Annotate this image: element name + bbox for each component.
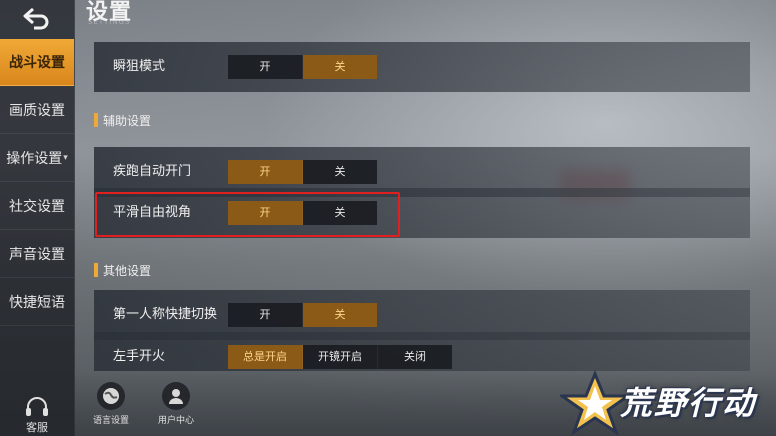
page-subtitle: SETTINGS <box>88 18 131 26</box>
tab-quick-phrases[interactable]: 快捷短语 <box>0 279 74 326</box>
setting-row-quick-scope: 瞬狙模式 开 关 <box>94 42 750 92</box>
highlight-box <box>95 192 400 237</box>
tab-label: 操作设置 <box>6 151 63 167</box>
back-arrow-icon <box>23 7 49 30</box>
logo-text: 荒野行动 <box>620 384 757 422</box>
user-center-label: 用户中心 <box>157 416 194 426</box>
setting-label: 左手开火 <box>113 349 166 364</box>
option-off[interactable]: 关 <box>303 303 377 327</box>
tab-sound-settings[interactable]: 声音设置 <box>0 231 74 278</box>
section-accent-bar <box>94 113 98 127</box>
option-off[interactable]: 关 <box>303 55 377 79</box>
tab-combat-settings[interactable]: 战斗设置 <box>0 39 74 86</box>
tab-social-settings[interactable]: 社交设置 <box>0 183 74 230</box>
section-accent-bar <box>94 263 98 277</box>
headset-icon <box>26 397 48 416</box>
chevron-down-icon: ▾ <box>63 153 68 163</box>
user-center-button[interactable]: 用户中心 <box>153 382 199 426</box>
option-scope-on[interactable]: 开镜开启 <box>303 345 378 369</box>
tab-graphics-settings[interactable]: 画质设置 <box>0 87 74 134</box>
tab-label: 声音设置 <box>9 247 65 263</box>
tab-control-settings[interactable]: 操作设置 ▾ <box>0 135 74 182</box>
section-title: 其他设置 <box>103 263 152 278</box>
option-off[interactable]: 关 <box>303 160 377 184</box>
customer-service-button[interactable]: 客服 <box>0 390 74 436</box>
customer-service-label: 客服 <box>26 421 48 434</box>
setting-row-left-fire: 左手开火 总是开启 开镜开启 关闭 <box>94 332 750 371</box>
option-on[interactable]: 开 <box>228 55 303 79</box>
tab-label: 社交设置 <box>9 199 65 215</box>
language-settings-label: 语言设置 <box>92 416 129 426</box>
setting-label: 瞬狙模式 <box>113 59 166 74</box>
option-on[interactable]: 开 <box>228 160 303 184</box>
option-always-on[interactable]: 总是开启 <box>228 345 303 369</box>
tab-label: 快捷短语 <box>9 295 65 311</box>
option-on[interactable]: 开 <box>228 303 303 327</box>
section-title: 辅助设置 <box>103 113 152 128</box>
settings-list[interactable]: 瞬狙模式 开 关 辅助设置 疾跑自动开门 开 关 平滑自由视角 开 关 其他设置… <box>74 36 776 371</box>
section-header-other: 其他设置 <box>94 257 151 283</box>
tab-label: 战斗设置 <box>9 55 65 71</box>
back-button[interactable] <box>0 0 74 36</box>
first-person-switch-toggle: 开 关 <box>228 303 377 327</box>
left-fire-selector: 总是开启 开镜开启 关闭 <box>228 345 452 369</box>
game-logo: 荒野行动 <box>560 370 776 436</box>
language-settings-button[interactable]: 语言设置 <box>88 382 134 426</box>
section-header-assist: 辅助设置 <box>94 107 151 133</box>
sidebar: 战斗设置 画质设置 操作设置 ▾ 社交设置 声音设置 快捷短语 客服 <box>0 0 75 436</box>
globe-icon <box>97 382 125 410</box>
auto-door-toggle: 开 关 <box>228 160 377 184</box>
option-off[interactable]: 关闭 <box>378 345 452 369</box>
tab-label: 画质设置 <box>9 103 65 119</box>
quick-scope-toggle: 开 关 <box>228 55 377 79</box>
user-icon <box>162 382 190 410</box>
